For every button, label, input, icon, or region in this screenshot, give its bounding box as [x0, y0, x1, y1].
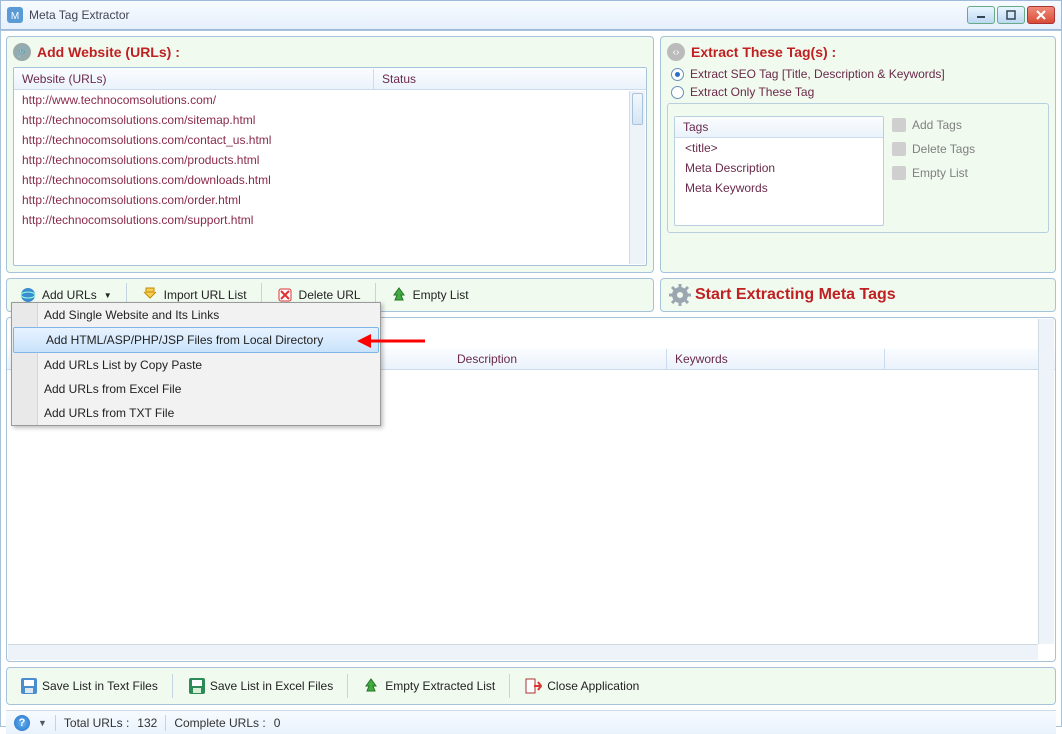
- add-tags-icon: [892, 118, 906, 132]
- chevron-down-icon[interactable]: ▼: [38, 718, 47, 728]
- menu-add-txt[interactable]: Add URLs from TXT File: [12, 401, 380, 425]
- close-app-button[interactable]: Close Application: [516, 673, 647, 699]
- url-row[interactable]: http://www.technocomsolutions.com/: [14, 90, 646, 110]
- col-keywords[interactable]: Keywords: [667, 349, 885, 369]
- menu-add-copy-paste[interactable]: Add URLs List by Copy Paste: [12, 353, 380, 377]
- radio-only-label: Extract Only These Tag: [690, 85, 814, 99]
- empty-extracted-button[interactable]: Empty Extracted List: [354, 673, 503, 699]
- url-listbox: Website (URLs) Status http://www.technoc…: [13, 67, 647, 266]
- radio-only[interactable]: Extract Only These Tag: [671, 85, 1045, 99]
- total-urls-value: 132: [137, 716, 157, 730]
- extract-heading: Extract These Tag(s) :: [691, 44, 836, 60]
- extract-tags-panel: ‹› Extract These Tag(s) : Extract SEO Ta…: [660, 36, 1056, 273]
- titlebar: M Meta Tag Extractor: [0, 0, 1062, 30]
- col-description[interactable]: Description: [449, 349, 667, 369]
- close-button[interactable]: [1027, 6, 1055, 24]
- url-list-header: Website (URLs) Status: [14, 68, 646, 90]
- menu-add-single[interactable]: Add Single Website and Its Links: [12, 303, 380, 327]
- empty-url-button[interactable]: Empty List: [382, 282, 477, 308]
- recycle-icon: [362, 677, 380, 695]
- url-row[interactable]: http://technocomsolutions.com/contact_us…: [14, 130, 646, 150]
- exit-icon: [524, 677, 542, 695]
- menu-add-excel[interactable]: Add URLs from Excel File: [12, 377, 380, 401]
- main-container: 🔗 Add Website (URLs) : Website (URLs) St…: [0, 30, 1062, 727]
- help-icon[interactable]: ?: [14, 715, 30, 731]
- toolbar-divider: [347, 674, 348, 698]
- url-row[interactable]: http://technocomsolutions.com/sitemap.ht…: [14, 110, 646, 130]
- save-text-icon: [19, 677, 37, 695]
- status-bar: ? ▼ Total URLs : 132 Complete URLs : 0: [6, 710, 1056, 734]
- tags-icon: ‹›: [667, 43, 685, 61]
- toolbar-divider: [509, 674, 510, 698]
- window-title: Meta Tag Extractor: [29, 8, 967, 22]
- menu-add-local-files[interactable]: Add HTML/ASP/PHP/JSP Files from Local Di…: [13, 327, 379, 353]
- col-website[interactable]: Website (URLs): [14, 69, 374, 89]
- radio-seo-label: Extract SEO Tag [Title, Description & Ke…: [690, 67, 945, 81]
- add-urls-menu: Add Single Website and Its Links Add HTM…: [11, 302, 381, 426]
- url-row[interactable]: http://technocomsolutions.com/products.h…: [14, 150, 646, 170]
- gear-icon: [669, 284, 691, 306]
- tag-row[interactable]: Meta Description: [675, 158, 883, 178]
- empty-list-icon: [892, 166, 906, 180]
- tags-listbox: Tags <title> Meta Description Meta Keywo…: [674, 116, 884, 226]
- url-row[interactable]: http://technocomsolutions.com/downloads.…: [14, 170, 646, 190]
- save-excel-button[interactable]: Save List in Excel Files: [179, 673, 341, 699]
- complete-urls-label: Complete URLs :: [174, 716, 265, 730]
- app-icon: M: [7, 7, 23, 23]
- total-urls-label: Total URLs :: [64, 716, 129, 730]
- status-separator: [55, 715, 56, 731]
- recycle-icon: [390, 286, 408, 304]
- annotation-arrow: [357, 329, 427, 353]
- col-status[interactable]: Status: [374, 69, 646, 89]
- toolbar-divider: [172, 674, 173, 698]
- start-extracting-button[interactable]: Start Extracting Meta Tags: [695, 286, 896, 304]
- link-icon: 🔗: [13, 43, 31, 61]
- col-empty[interactable]: [885, 356, 1055, 362]
- add-website-heading: Add Website (URLs) :: [37, 44, 180, 60]
- tag-row[interactable]: <title>: [675, 138, 883, 158]
- delete-tags-button[interactable]: Delete Tags: [892, 142, 975, 156]
- dropdown-caret-icon: ▼: [104, 291, 112, 300]
- svg-text:M: M: [11, 11, 19, 22]
- bottom-toolbar: Save List in Text Files Save List in Exc…: [6, 667, 1056, 705]
- delete-tags-icon: [892, 142, 906, 156]
- empty-list-button[interactable]: Empty List: [892, 166, 975, 180]
- add-tags-button[interactable]: Add Tags: [892, 118, 975, 132]
- save-excel-icon: [187, 677, 205, 695]
- url-row[interactable]: http://technocomsolutions.com/support.ht…: [14, 210, 646, 230]
- minimize-button[interactable]: [967, 6, 995, 24]
- url-list[interactable]: http://www.technocomsolutions.com/ http:…: [14, 90, 646, 265]
- radio-only-dot: [671, 86, 684, 99]
- results-hscroll[interactable]: [8, 644, 1038, 660]
- add-website-panel: 🔗 Add Website (URLs) : Website (URLs) St…: [6, 36, 654, 273]
- window-controls: [967, 6, 1055, 24]
- radio-seo[interactable]: Extract SEO Tag [Title, Description & Ke…: [671, 67, 1045, 81]
- maximize-button[interactable]: [997, 6, 1025, 24]
- tags-header[interactable]: Tags: [675, 117, 883, 138]
- start-toolbar: Start Extracting Meta Tags: [660, 278, 1056, 312]
- save-text-button[interactable]: Save List in Text Files: [11, 673, 166, 699]
- url-row[interactable]: http://technocomsolutions.com/order.html: [14, 190, 646, 210]
- url-scrollbar[interactable]: [629, 91, 645, 264]
- radio-seo-dot: [671, 68, 684, 81]
- results-vscroll[interactable]: [1038, 319, 1054, 644]
- complete-urls-value: 0: [274, 716, 281, 730]
- status-separator: [165, 715, 166, 731]
- tag-row[interactable]: Meta Keywords: [675, 178, 883, 198]
